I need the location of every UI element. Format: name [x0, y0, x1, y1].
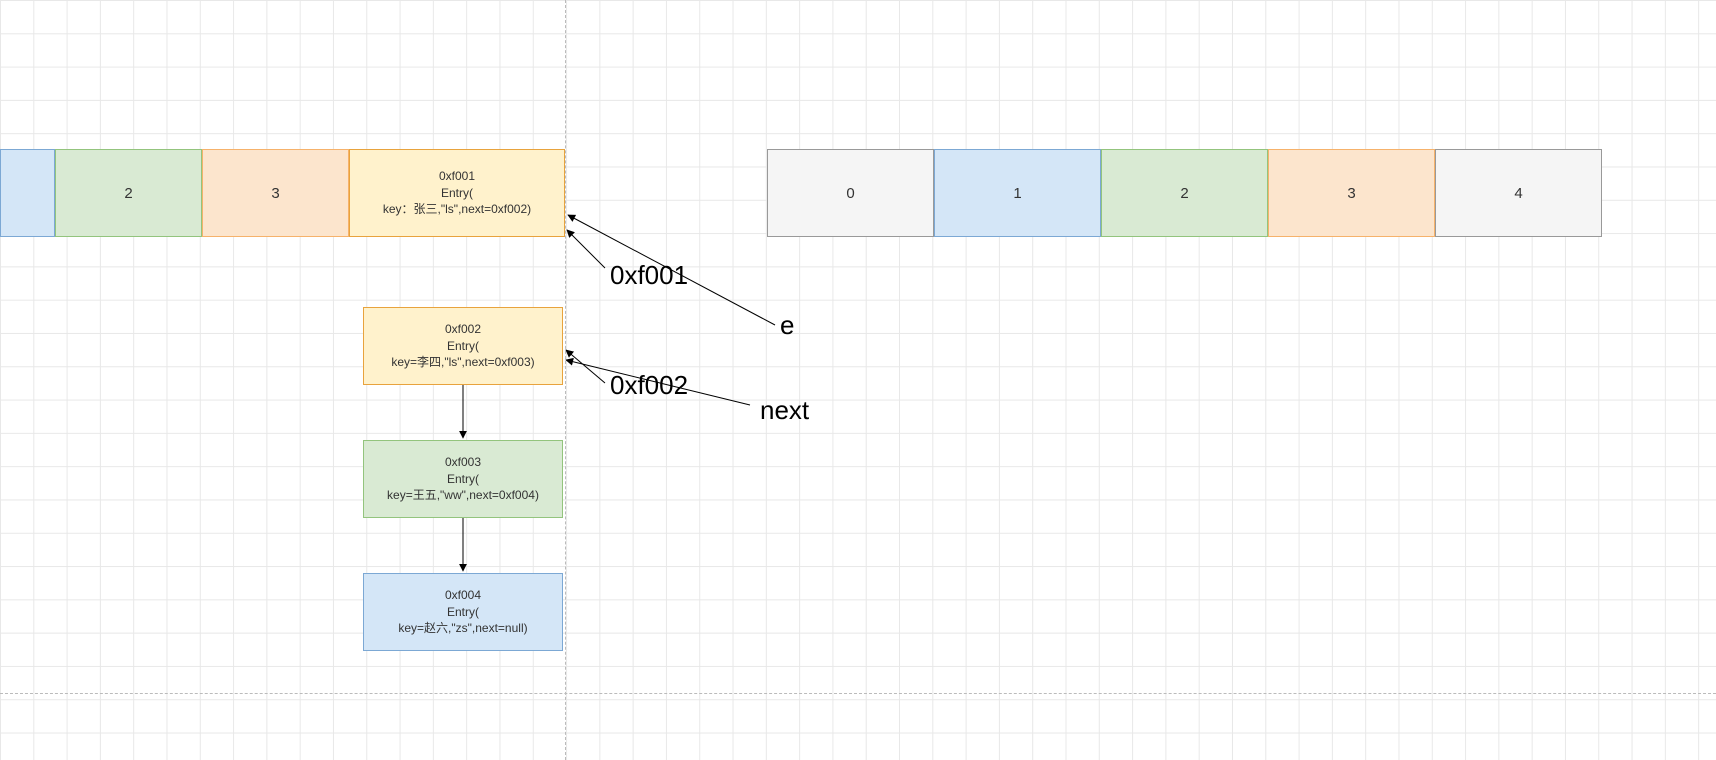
entry-body: key=王五,"ww",next=0xf004) [387, 487, 539, 504]
entry-body: key=李四,"ls",next=0xf003) [391, 354, 534, 371]
entry-addr: 0xf004 [445, 587, 481, 604]
entry-type: Entry( [447, 338, 479, 355]
left-cell-3: 3 [202, 149, 349, 237]
cell-label: 2 [1180, 183, 1188, 204]
entry-addr: 0xf002 [445, 321, 481, 338]
label-addr1: 0xf001 [610, 260, 688, 291]
diagram-stage: 2 3 0xf001 Entry( key：张三,"ls",next=0xf00… [0, 0, 1716, 760]
entry-type: Entry( [447, 471, 479, 488]
right-cell-0: 0 [767, 149, 934, 237]
entry-body: key=赵六,"zs",next=null) [398, 620, 527, 637]
left-cell-2: 2 [55, 149, 202, 237]
cell-label: 2 [124, 183, 132, 204]
entry-type: Entry( [447, 604, 479, 621]
right-cell-1: 1 [934, 149, 1101, 237]
right-cell-2: 2 [1101, 149, 1268, 237]
entry-body: key：张三,"ls",next=0xf002) [383, 201, 531, 218]
arrows-layer [0, 0, 1716, 760]
entry-type: Entry( [441, 185, 473, 202]
label-next: next [760, 395, 809, 426]
entry-3: 0xf003 Entry( key=王五,"ww",next=0xf004) [363, 440, 563, 518]
cell-label: 3 [271, 183, 279, 204]
label-e: e [780, 310, 794, 341]
cell-label: 0 [846, 183, 854, 204]
right-cell-3: 3 [1268, 149, 1435, 237]
entry-4: 0xf004 Entry( key=赵六,"zs",next=null) [363, 573, 563, 651]
right-cell-4: 4 [1435, 149, 1602, 237]
left-cell-partial [0, 149, 55, 237]
label-addr2: 0xf002 [610, 370, 688, 401]
entry-addr: 0xf003 [445, 454, 481, 471]
entry-2: 0xf002 Entry( key=李四,"ls",next=0xf003) [363, 307, 563, 385]
cell-label: 1 [1013, 183, 1021, 204]
cell-label: 3 [1347, 183, 1355, 204]
entry-addr: 0xf001 [439, 168, 475, 185]
cell-label: 4 [1514, 183, 1522, 204]
left-cell-entry: 0xf001 Entry( key：张三,"ls",next=0xf002) [349, 149, 565, 237]
